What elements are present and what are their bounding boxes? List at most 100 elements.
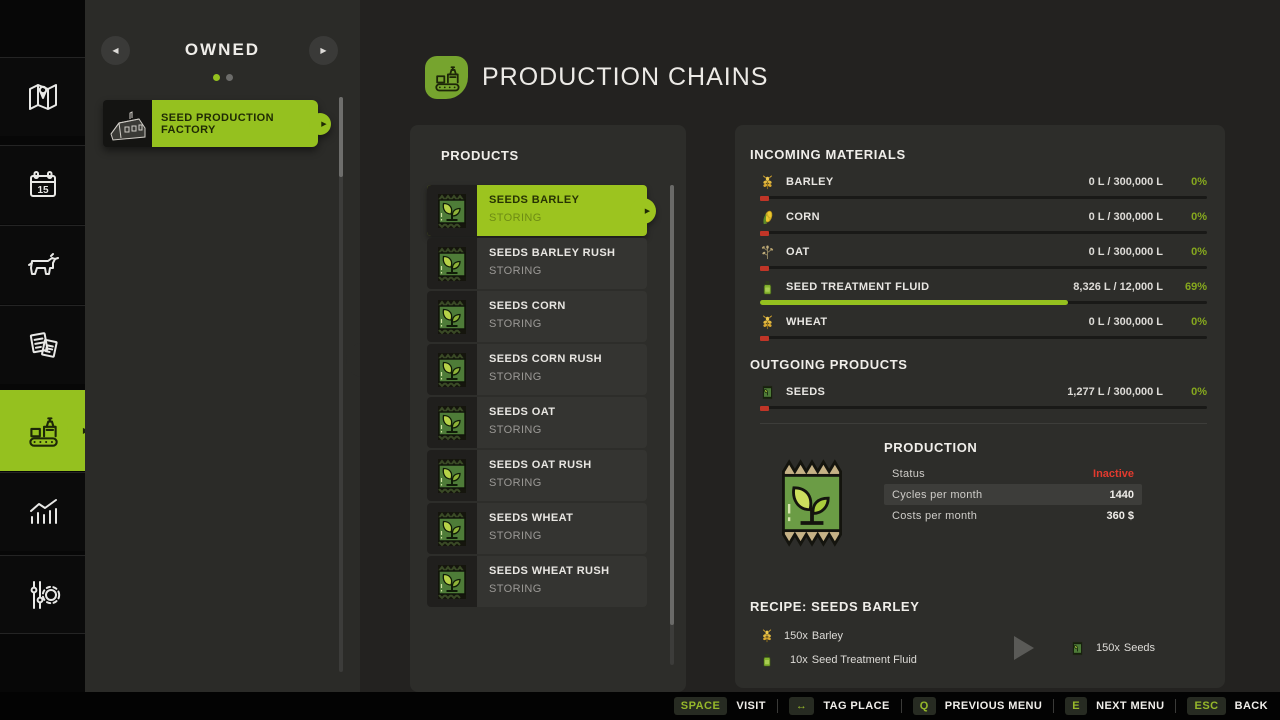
- material-percent: 0%: [1191, 246, 1207, 258]
- fluid-icon: [760, 653, 784, 667]
- seed-packet-icon: [427, 450, 477, 501]
- owned-item-label: SEED PRODUCTION FACTORY: [161, 111, 274, 136]
- sidebar: 15 ▶: [0, 0, 95, 692]
- owned-scrollbar[interactable]: [339, 97, 343, 672]
- owned-item-arrow: ▶: [309, 112, 331, 135]
- hotkey-visit[interactable]: SPACE VISIT: [673, 697, 766, 715]
- seeds-icon: [760, 385, 786, 400]
- sidebar-item-settings[interactable]: [0, 555, 85, 634]
- pagination-dot: [225, 74, 233, 81]
- sidebar-item-calendar[interactable]: 15: [0, 145, 85, 224]
- sidebar-item-finances[interactable]: [0, 305, 85, 384]
- hotkey-next-menu[interactable]: E NEXT MENU: [1065, 697, 1164, 715]
- production-label: Costs per month: [892, 509, 978, 522]
- page-next-button[interactable]: ▶: [309, 36, 338, 65]
- divider: [900, 699, 902, 713]
- product-name: SEEDS OAT RUSH: [489, 459, 592, 471]
- recipe-input-barley: 150x Barley: [760, 624, 990, 648]
- seed-packet-icon: [427, 344, 477, 395]
- material-name: CORN: [786, 211, 820, 223]
- factory-thumbnail: [103, 100, 152, 147]
- material-bar: [760, 196, 1207, 201]
- corn-icon: [760, 210, 786, 225]
- product-item-seeds-corn[interactable]: SEEDS CORN STORING: [427, 291, 647, 342]
- product-item-seeds-corn-rush[interactable]: SEEDS CORN RUSH STORING: [427, 344, 647, 395]
- product-status: STORING: [489, 424, 542, 436]
- recipe-input-seed-treatment-fluid: 10x Seed Treatment Fluid: [760, 648, 990, 672]
- sidebar-item-map[interactable]: [0, 57, 85, 136]
- product-item-seeds-wheat-rush[interactable]: SEEDS WHEAT RUSH STORING: [427, 556, 647, 607]
- hotkey-bar: SPACE VISIT ↔ TAG PLACE Q PREVIOUS MENU …: [0, 692, 1280, 720]
- empty-level-marker: [760, 406, 769, 411]
- products-list: SEEDS BARLEY STORING ▶ SEEDS BARLEY RUSH…: [427, 185, 656, 609]
- divider: [1053, 699, 1055, 713]
- material-percent: 69%: [1184, 281, 1207, 293]
- recipe-arrow-icon: [1014, 636, 1034, 660]
- main-content: PRODUCTION CHAINS PRODUCTS SEEDS BARLEY …: [360, 0, 1280, 692]
- material-row-seeds: SEEDS 1,277 L / 300,000 L 0%: [760, 382, 1207, 402]
- barley-icon: [760, 629, 784, 643]
- recipe-qty: 10x: [790, 654, 808, 666]
- seed-packet-icon: [427, 291, 477, 342]
- products-scrollbar[interactable]: [670, 185, 674, 665]
- product-status: STORING: [489, 477, 542, 489]
- e-key: E: [1065, 697, 1088, 715]
- production-row-status: Status Inactive: [884, 463, 1142, 484]
- hotkey-previous-menu[interactable]: Q PREVIOUS MENU: [912, 697, 1043, 715]
- documents-icon: [29, 332, 58, 358]
- recipe-name: Seeds: [1123, 642, 1156, 654]
- product-item-seeds-oat-rush[interactable]: SEEDS OAT RUSH STORING: [427, 450, 647, 501]
- product-item-seeds-barley[interactable]: SEEDS BARLEY STORING ▶: [427, 185, 656, 236]
- selected-item-arrow: ▶: [630, 197, 656, 224]
- product-item-seeds-oat[interactable]: SEEDS OAT STORING: [427, 397, 647, 448]
- svg-text:15: 15: [37, 185, 49, 196]
- empty-level-marker: [760, 231, 769, 236]
- material-name: SEEDS: [786, 386, 826, 398]
- hotkey-back[interactable]: ESC BACK: [1187, 697, 1268, 715]
- seed-packet-icon: [427, 556, 477, 607]
- production-chains-icon: [23, 411, 63, 451]
- production-row-cycles: Cycles per month 1440: [884, 484, 1142, 505]
- cow-icon: [27, 253, 59, 275]
- hotkey-label: NEXT MENU: [1096, 700, 1165, 712]
- product-item-seeds-barley-rush[interactable]: SEEDS BARLEY RUSH STORING: [427, 238, 647, 289]
- products-title: PRODUCTS: [441, 148, 519, 163]
- material-percent: 0%: [1191, 176, 1207, 188]
- material-bar: [760, 300, 1207, 305]
- empty-level-marker: [760, 266, 769, 271]
- seed-packet-icon: [427, 185, 477, 236]
- sidebar-item-animals[interactable]: [0, 225, 85, 304]
- recipe-name: Barley: [811, 630, 844, 642]
- material-name: BARLEY: [786, 176, 834, 188]
- recipe-qty: 150x: [784, 630, 808, 642]
- q-key: Q: [912, 697, 936, 715]
- recipe-section: RECIPE: SEEDS BARLEY 150x Barley 10x See…: [750, 599, 1207, 672]
- material-bar: [760, 231, 1207, 236]
- material-percent: 0%: [1191, 211, 1207, 223]
- divider: [776, 699, 778, 713]
- pagination-dots: [85, 68, 360, 86]
- product-name: SEEDS BARLEY: [489, 194, 580, 206]
- products-panel: PRODUCTS SEEDS BARLEY STORING ▶ SEEDS BA…: [410, 125, 686, 692]
- material-row-seed-treatment-fluid: SEED TREATMENT FLUID 8,326 L / 12,000 L …: [760, 277, 1207, 297]
- material-bar: [760, 336, 1207, 341]
- product-name: SEEDS WHEAT RUSH: [489, 565, 610, 577]
- hotkey-label: VISIT: [736, 700, 766, 712]
- material-percent: 0%: [1191, 386, 1207, 398]
- sidebar-item-production-chains[interactable]: ▶: [0, 390, 95, 471]
- sidebar-item-statistics[interactable]: [0, 472, 85, 551]
- product-name: SEEDS WHEAT: [489, 512, 574, 524]
- recipe-output-seeds: 150x Seeds: [1070, 641, 1155, 656]
- recipe-qty: 150x: [1096, 642, 1120, 654]
- production-label: Cycles per month: [892, 488, 983, 501]
- hotkey-tag-place[interactable]: ↔ TAG PLACE: [788, 697, 890, 715]
- outgoing-products-title: OUTGOING PRODUCTS: [750, 357, 908, 372]
- product-status: STORING: [489, 371, 542, 383]
- production-value: 360 $: [1106, 509, 1134, 522]
- owned-item-seed-production-factory[interactable]: SEED PRODUCTION FACTORY ▶: [103, 100, 403, 147]
- production-chains-screen: 15 ▶: [0, 0, 1280, 720]
- seed-packet-image: [772, 452, 852, 559]
- material-value: 0 L / 300,000 L: [1088, 176, 1163, 188]
- product-item-seeds-wheat[interactable]: SEEDS WHEAT STORING: [427, 503, 647, 554]
- material-name: OAT: [786, 246, 810, 258]
